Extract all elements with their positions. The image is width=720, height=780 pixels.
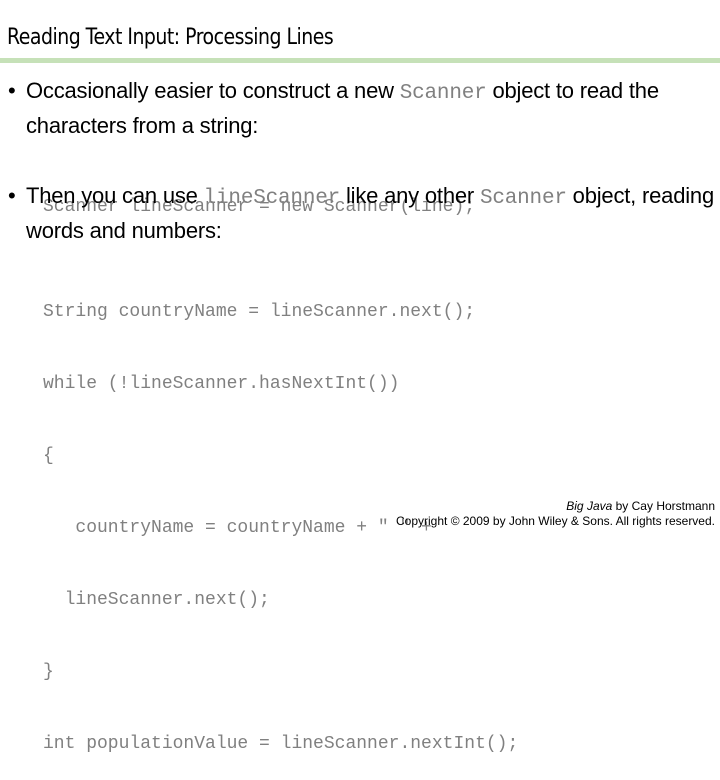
bullet-text-segment: like any other bbox=[340, 183, 480, 208]
bullet-text-segment: Occasionally easier to construct a new bbox=[26, 78, 400, 103]
inline-code: Scanner bbox=[479, 187, 567, 210]
copyright-notice: Copyright © 2009 by John Wiley & Sons. A… bbox=[396, 514, 715, 528]
title-divider bbox=[0, 58, 720, 63]
bullet-text-2: Then you can use lineScanner like any ot… bbox=[26, 180, 716, 247]
inline-code: lineScanner bbox=[203, 187, 341, 210]
book-title: Big Java bbox=[566, 499, 613, 513]
inline-code: Scanner bbox=[399, 82, 487, 105]
bullet-text-1: Occasionally easier to construct a new S… bbox=[26, 75, 716, 142]
book-byline: by Cay Horstmann bbox=[612, 499, 715, 513]
bullet-icon: • bbox=[8, 78, 16, 103]
code-line: int populationValue = lineScanner.nextIn… bbox=[43, 734, 519, 754]
code-line: } bbox=[43, 662, 54, 682]
bullet-text-segment: Then you can use bbox=[26, 183, 204, 208]
slide-title: Reading Text Input: Processing Lines bbox=[7, 25, 334, 50]
code-line: String countryName = lineScanner.next(); bbox=[43, 302, 476, 322]
bullet-icon: • bbox=[8, 183, 16, 208]
footer-credit: Big Java by Cay Horstmann Copyright © 20… bbox=[396, 499, 715, 529]
code-line: lineScanner.next(); bbox=[43, 590, 270, 610]
footer-book-line: Big Java by Cay Horstmann bbox=[396, 499, 715, 514]
code-line: while (!lineScanner.hasNextInt()) bbox=[43, 374, 400, 394]
code-line: { bbox=[43, 446, 54, 466]
